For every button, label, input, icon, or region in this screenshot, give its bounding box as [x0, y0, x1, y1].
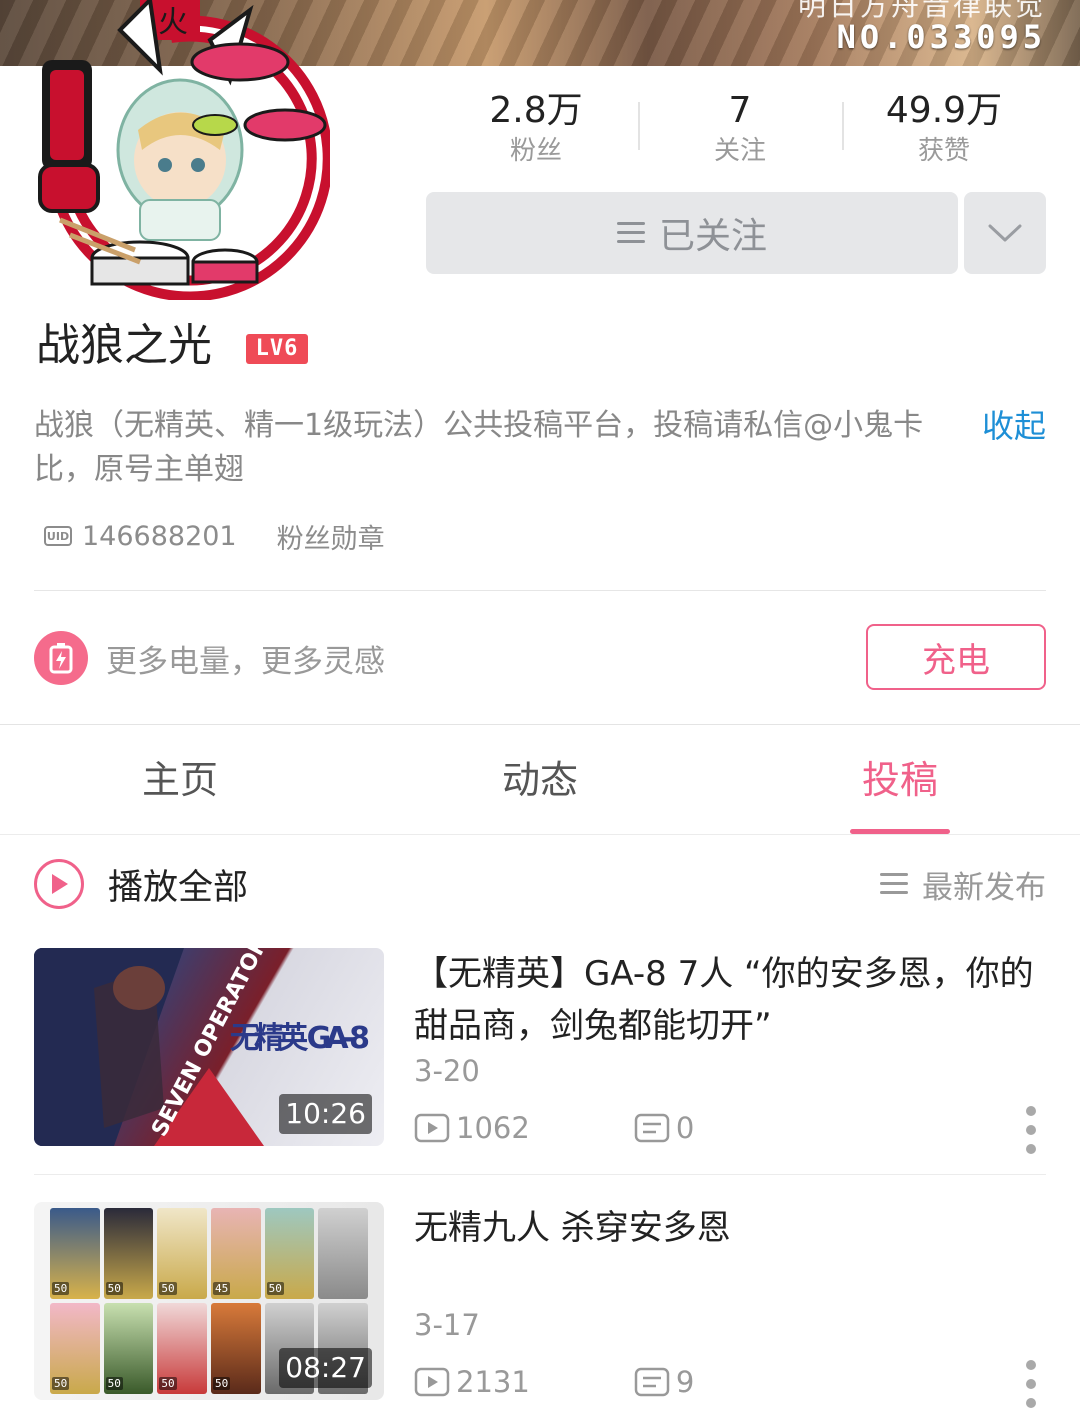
charge-slogan: 更多电量，更多灵感 — [106, 643, 385, 680]
uid-row: UID 146688201 粉丝勋章 — [44, 516, 385, 556]
avatar[interactable]: 火 — [20, 0, 330, 300]
thumbnail-title: 无精英 GA-8 — [230, 1021, 370, 1056]
stat-likes[interactable]: 49.9万 获赞 — [842, 88, 1046, 172]
stat-label: 关注 — [713, 136, 766, 166]
view-count-value: 1062 — [456, 1111, 530, 1145]
operator-card: 50 — [157, 1208, 207, 1299]
empty-card-slot — [318, 1208, 368, 1299]
fan-medal-link[interactable]: 粉丝勋章 — [277, 517, 385, 556]
sort-selector[interactable]: 最新发布 — [880, 862, 1046, 906]
stat-label: 粉丝 — [509, 136, 562, 166]
video-thumbnail[interactable]: SEVEN OPERATORS 无精英 GA-8 10:26 — [34, 948, 384, 1146]
user-bio: 战狼（无精英、精一1级玩法）公共投稿平台，投稿请私信@小鬼卡比，原号主单翅 — [34, 408, 924, 487]
operator-card: 50 — [264, 1208, 315, 1299]
charge-row: 更多电量，更多灵感 — [34, 628, 385, 688]
video-item[interactable]: 50 50 50 45 50 50 50 50 50 08:27 无精九人 杀穿… — [34, 1202, 1046, 1408]
operator-card: 50 — [103, 1303, 154, 1394]
video-item[interactable]: SEVEN OPERATORS 无精英 GA-8 10:26 【无精英】GA-8… — [34, 948, 1046, 1154]
uid-value[interactable]: 146688201 — [82, 521, 237, 552]
menu-lines-icon — [616, 222, 645, 244]
banner-number: NO.033095 — [836, 18, 1046, 56]
operator-card: 50 — [211, 1303, 261, 1394]
play-circle-icon — [34, 859, 84, 909]
tab-dynamics[interactable]: 动态 — [360, 726, 720, 834]
comment-count: 9 — [634, 1365, 694, 1399]
operator-card: 50 — [50, 1208, 100, 1299]
svg-text:火: 火 — [158, 5, 188, 40]
profile-stats: 2.8万 粉丝 7 关注 49.9万 获赞 — [434, 88, 1046, 172]
collapse-bio-link[interactable]: 收起 — [982, 404, 1046, 448]
operator-card: 50 — [157, 1303, 207, 1394]
divider — [0, 724, 1080, 725]
user-name: 战狼之光 — [36, 320, 212, 371]
video-thumbnail[interactable]: 50 50 50 45 50 50 50 50 50 08:27 — [34, 1202, 384, 1400]
video-date: 3-20 — [414, 1054, 480, 1088]
divider — [34, 1174, 1046, 1175]
divider — [0, 834, 1080, 835]
battery-bolt-icon — [34, 631, 88, 685]
stat-following[interactable]: 7 关注 — [638, 88, 842, 172]
video-title[interactable]: 无精九人 杀穿安多恩 — [414, 1202, 1034, 1254]
play-box-icon — [414, 1367, 450, 1397]
operator-card: 50 — [103, 1208, 154, 1299]
comment-box-icon — [634, 1367, 670, 1397]
chevron-down-icon — [988, 224, 1022, 242]
vertical-dots-icon[interactable] — [1024, 1360, 1038, 1408]
play-all-label: 播放全部 — [108, 867, 249, 908]
video-duration: 08:27 — [279, 1348, 372, 1388]
video-duration: 10:26 — [279, 1094, 372, 1134]
play-all-button[interactable]: 播放全部 — [34, 858, 248, 910]
level-badge: LV6 — [246, 334, 308, 364]
follow-options-button[interactable] — [964, 192, 1046, 274]
stat-label: 获赞 — [917, 136, 970, 166]
stat-fans[interactable]: 2.8万 粉丝 — [434, 88, 638, 172]
followed-label: 已关注 — [658, 216, 767, 257]
stat-value: 49.9万 — [885, 90, 1003, 131]
tab-uploads[interactable]: 投稿 — [720, 726, 1080, 834]
tab-home[interactable]: 主页 — [0, 726, 360, 834]
video-stats: 2131 9 — [414, 1362, 694, 1402]
video-title[interactable]: 【无精英】GA-8 7人 “你的安多恩，你的甜品商，剑兔都能切开” — [414, 948, 1034, 1052]
view-count: 2131 — [414, 1365, 530, 1399]
stat-value: 2.8万 — [489, 90, 583, 131]
comment-count: 0 — [634, 1111, 694, 1145]
charge-button[interactable]: 充电 — [866, 624, 1046, 690]
divider — [34, 590, 1046, 591]
video-stats: 1062 0 — [414, 1108, 694, 1148]
followed-button[interactable]: 已关注 — [426, 192, 958, 274]
video-date: 3-17 — [414, 1308, 480, 1342]
view-count: 1062 — [414, 1111, 530, 1145]
operator-card: 50 — [50, 1303, 100, 1394]
operator-card: 45 — [211, 1208, 261, 1299]
comment-count-value: 0 — [675, 1111, 695, 1145]
play-box-icon — [414, 1113, 450, 1143]
uid-icon: UID — [44, 526, 72, 546]
comment-count-value: 9 — [675, 1365, 695, 1399]
comment-box-icon — [634, 1113, 670, 1143]
stat-value: 7 — [728, 90, 752, 131]
view-count-value: 2131 — [456, 1365, 530, 1399]
menu-lines-icon — [880, 873, 908, 895]
sort-label: 最新发布 — [922, 869, 1046, 906]
vertical-dots-icon[interactable] — [1024, 1106, 1038, 1154]
profile-tabs: 主页 动态 投稿 — [0, 726, 1080, 834]
